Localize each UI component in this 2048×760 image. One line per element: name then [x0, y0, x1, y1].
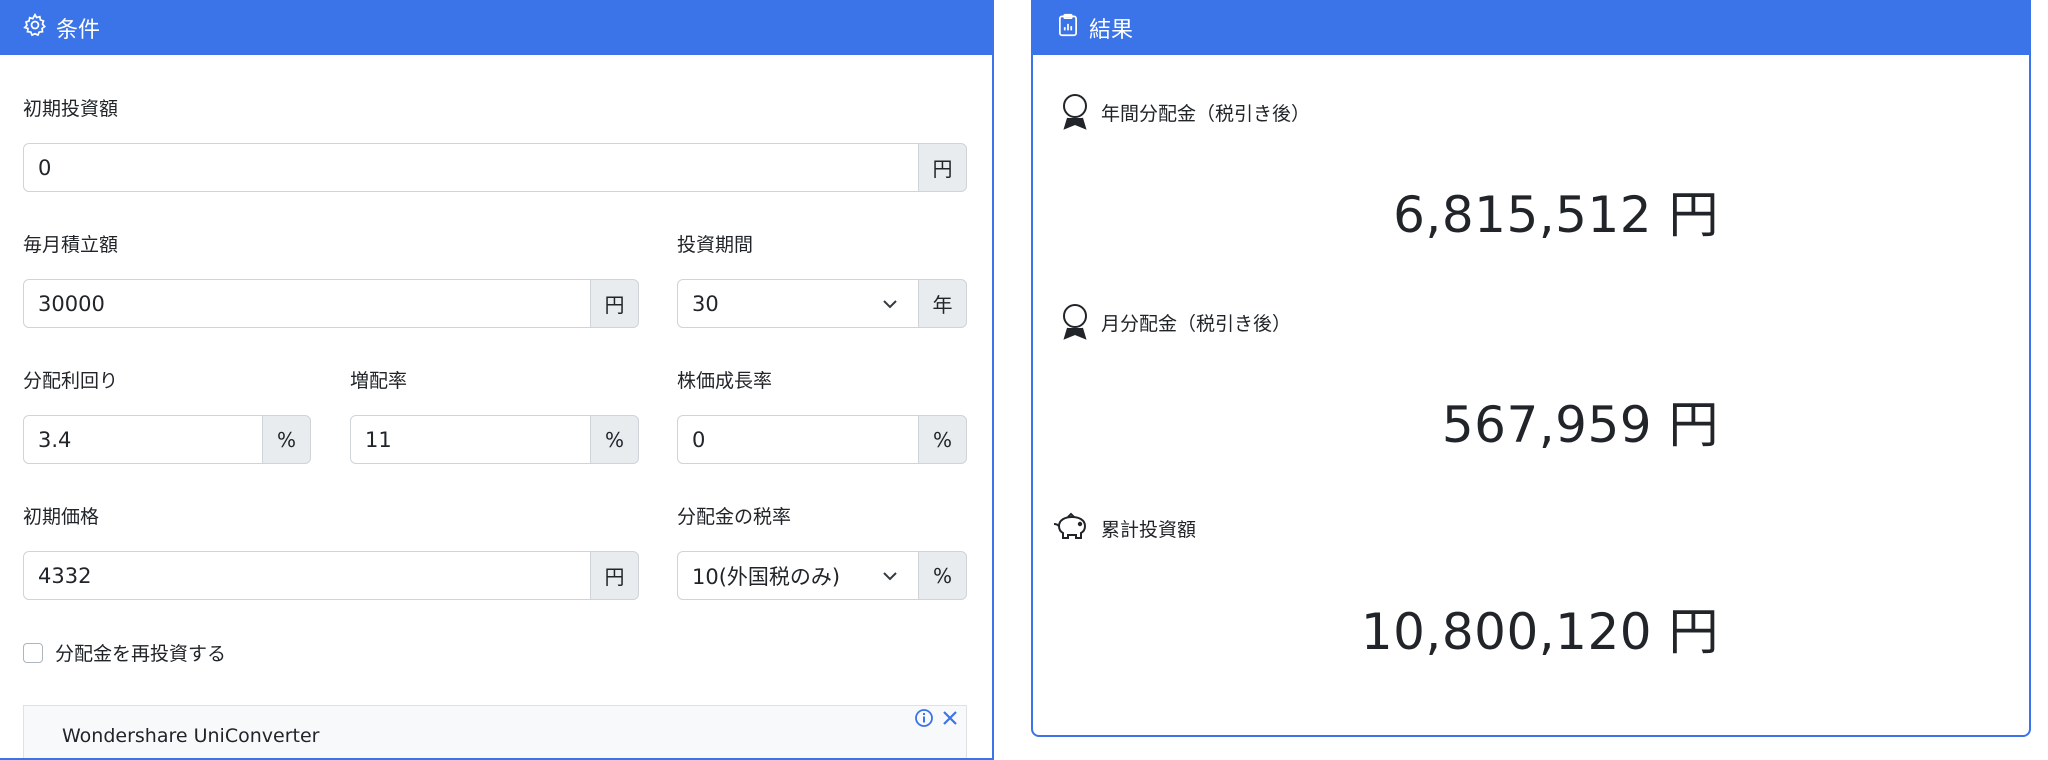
monthly-contribution-group: 30000 円 — [23, 279, 639, 328]
dividend-yield-group: 3.4 % — [23, 415, 311, 464]
initial-investment-label: 初期投資額 — [23, 98, 119, 120]
monthly-dividend-value: 567,959 円 — [1441, 396, 1719, 454]
dividend-growth-group: 11 % — [350, 415, 639, 464]
ad-banner[interactable]: Wondershare UniConverter — [23, 705, 967, 758]
total-investment-label-row: 累計投資額 — [1053, 512, 1196, 544]
award-icon — [1063, 304, 1087, 340]
annual-dividend-label: 年間分配金（税引き後） — [1101, 102, 1311, 125]
total-investment-value: 10,800,120 円 — [1360, 603, 1719, 661]
total-investment-label: 累計投資額 — [1101, 518, 1197, 541]
info-icon[interactable] — [914, 708, 934, 728]
dividend-yield-label: 分配利回り — [23, 370, 119, 392]
annual-dividend-label-row: 年間分配金（税引き後） — [1059, 92, 1310, 132]
dividend-growth-input[interactable]: 11 — [350, 415, 591, 464]
price-growth-input[interactable]: 0 — [677, 415, 919, 464]
clipboard-chart-icon — [1055, 12, 1081, 44]
ad-icons — [914, 708, 960, 728]
conditions-header: 条件 — [0, 0, 992, 55]
tax-rate-unit: % — [919, 551, 967, 600]
initial-investment-group: 0 円 — [23, 143, 967, 192]
conditions-title: 条件 — [56, 17, 101, 43]
award-icon — [1063, 94, 1087, 130]
price-growth-unit: % — [919, 415, 967, 464]
initial-price-label: 初期価格 — [23, 506, 100, 528]
results-card: 結果 年間分配金（税引き後） 6,815,512 円 月分配金（税引き後） 56… — [1031, 0, 2031, 737]
initial-price-group: 4332 円 — [23, 551, 639, 600]
initial-investment-input[interactable]: 0 — [23, 143, 919, 192]
monthly-contribution-input[interactable]: 30000 — [23, 279, 591, 328]
piggy-bank-icon — [1053, 512, 1087, 539]
tax-rate-group: 10(外国税のみ) % — [677, 551, 967, 600]
dividend-growth-label: 増配率 — [350, 370, 408, 392]
investment-period-label: 投資期間 — [677, 234, 754, 256]
initial-price-unit: 円 — [591, 551, 639, 600]
reinvest-checkbox[interactable] — [23, 642, 43, 663]
tax-rate-label: 分配金の税率 — [677, 506, 792, 528]
monthly-contribution-unit: 円 — [591, 279, 639, 328]
reinvest-row: 分配金を再投資する — [23, 639, 226, 666]
monthly-dividend-label: 月分配金（税引き後） — [1101, 312, 1292, 335]
dividend-yield-unit: % — [263, 415, 311, 464]
results-title: 結果 — [1089, 17, 1134, 43]
annual-dividend-value: 6,815,512 円 — [1393, 186, 1719, 244]
results-header: 結果 — [1033, 0, 2029, 55]
initial-investment-unit: 円 — [919, 143, 967, 192]
conditions-card: 条件 初期投資額 0 円 毎月積立額 30000 円 投資期間 30 年 分配利… — [0, 0, 994, 760]
monthly-contribution-label: 毎月積立額 — [23, 234, 119, 256]
dividend-growth-unit: % — [591, 415, 639, 464]
price-growth-label: 株価成長率 — [677, 370, 773, 392]
chevron-down-icon — [883, 572, 897, 581]
investment-period-group: 30 年 — [677, 279, 967, 328]
monthly-dividend-label-row: 月分配金（税引き後） — [1059, 302, 1291, 342]
tax-rate-value: 10(外国税のみ) — [692, 564, 841, 589]
tax-rate-select[interactable]: 10(外国税のみ) — [677, 551, 919, 600]
gear-icon — [22, 12, 48, 44]
investment-period-unit: 年 — [919, 279, 967, 328]
close-icon[interactable] — [940, 708, 960, 728]
dividend-yield-input[interactable]: 3.4 — [23, 415, 263, 464]
initial-price-input[interactable]: 4332 — [23, 551, 591, 600]
investment-period-value: 30 — [692, 291, 719, 316]
chevron-down-icon — [883, 300, 897, 309]
reinvest-label: 分配金を再投資する — [55, 643, 227, 665]
price-growth-group: 0 % — [677, 415, 967, 464]
investment-period-select[interactable]: 30 — [677, 279, 919, 328]
